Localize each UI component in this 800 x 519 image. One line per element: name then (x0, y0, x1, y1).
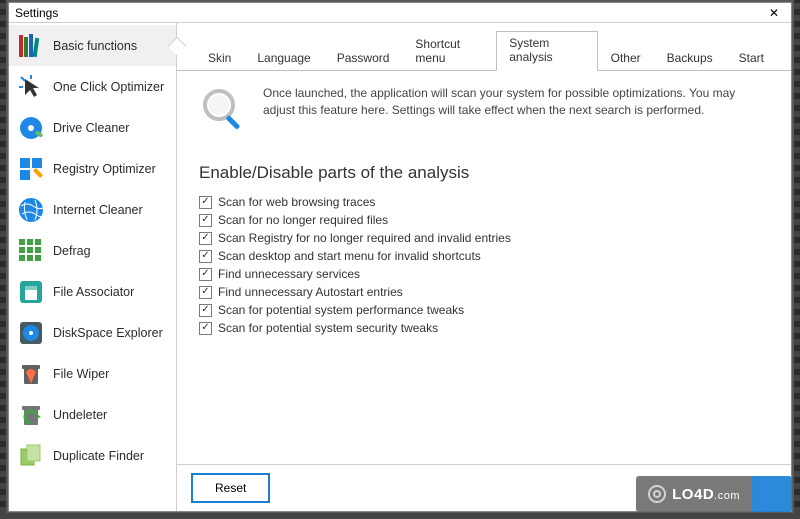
option-row[interactable]: Scan for potential system security tweak… (199, 319, 769, 337)
cursor-click-icon (17, 73, 45, 101)
tab-other[interactable]: Other (598, 46, 654, 71)
checkbox-icon[interactable] (199, 286, 212, 299)
undeleter-icon (17, 401, 45, 429)
registry-icon (17, 155, 45, 183)
option-row[interactable]: Scan for no longer required files (199, 211, 769, 229)
option-row[interactable]: Scan for potential system performance tw… (199, 301, 769, 319)
magnifier-icon (199, 85, 247, 133)
sidebar-item-internet-cleaner[interactable]: Internet Cleaner (9, 189, 176, 230)
tab-label: Shortcut menu (415, 37, 460, 65)
file-wiper-icon (17, 360, 45, 388)
option-label: Scan for potential system performance tw… (218, 303, 464, 317)
tab-language[interactable]: Language (244, 46, 323, 71)
tab-label: System analysis (509, 36, 552, 64)
duplicate-icon (17, 442, 45, 470)
sidebar-item-label: One Click Optimizer (53, 80, 164, 94)
watermark-logo-icon (648, 485, 666, 503)
option-label: Find unnecessary Autostart entries (218, 285, 403, 299)
tab-label: Start (739, 51, 764, 65)
tab-label: Password (337, 51, 390, 65)
sidebar-item-label: File Wiper (53, 367, 109, 381)
option-row[interactable]: Find unnecessary services (199, 265, 769, 283)
tab-shortcut-menu[interactable]: Shortcut menu (402, 32, 496, 71)
sidebar-item-label: Defrag (53, 244, 91, 258)
titlebar: Settings ✕ (9, 3, 791, 23)
watermark-text: LO4D.com (672, 486, 740, 503)
sidebar-item-defrag[interactable]: Defrag (9, 230, 176, 271)
sidebar-item-label: Duplicate Finder (53, 449, 144, 463)
tab-label: Backups (667, 51, 713, 65)
tab-label: Other (611, 51, 641, 65)
reset-button[interactable]: Reset (191, 473, 270, 503)
sidebar-item-label: Registry Optimizer (53, 162, 156, 176)
tab-system-analysis[interactable]: System analysis (496, 31, 597, 71)
option-label: Scan for potential system security tweak… (218, 321, 438, 335)
sidebar-item-label: Internet Cleaner (53, 203, 143, 217)
watermark: LO4D.com (636, 476, 792, 512)
sidebar-item-file-associator[interactable]: File Associator (9, 271, 176, 312)
watermark-accent (752, 476, 792, 512)
disk-icon (17, 319, 45, 347)
watermark-badge: LO4D.com (636, 476, 752, 512)
sidebar-item-file-wiper[interactable]: File Wiper (9, 353, 176, 394)
intro-row: Once launched, the application will scan… (199, 85, 769, 141)
sidebar-item-label: Basic functions (53, 39, 137, 53)
sidebar-item-duplicate-finder[interactable]: Duplicate Finder (9, 435, 176, 476)
option-row[interactable]: Scan desktop and start menu for invalid … (199, 247, 769, 265)
tab-content: Once launched, the application will scan… (177, 71, 791, 464)
tabs: Skin Language Password Shortcut menu Sys… (177, 23, 791, 71)
checkbox-icon[interactable] (199, 196, 212, 209)
file-associator-icon (17, 278, 45, 306)
sidebar-item-drive-cleaner[interactable]: Drive Cleaner (9, 107, 176, 148)
checkbox-icon[interactable] (199, 250, 212, 263)
screenshot-edge (0, 0, 6, 519)
tab-label: Language (257, 51, 310, 65)
sidebar-item-label: DiskSpace Explorer (53, 326, 163, 340)
option-label: Scan Registry for no longer required and… (218, 231, 511, 245)
settings-window: Settings ✕ Basic functions One Click Opt… (8, 2, 792, 512)
close-icon[interactable]: ✕ (759, 6, 789, 20)
option-row[interactable]: Scan for web browsing traces (199, 193, 769, 211)
tab-backups[interactable]: Backups (654, 46, 726, 71)
checkbox-icon[interactable] (199, 232, 212, 245)
option-label: Scan desktop and start menu for invalid … (218, 249, 481, 263)
option-row[interactable]: Find unnecessary Autostart entries (199, 283, 769, 301)
tab-start[interactable]: Start (726, 46, 777, 71)
tab-label: Skin (208, 51, 231, 65)
content-pane: Skin Language Password Shortcut menu Sys… (177, 23, 791, 511)
checkbox-icon[interactable] (199, 268, 212, 281)
sidebar-item-label: Drive Cleaner (53, 121, 129, 135)
options-list: Scan for web browsing traces Scan for no… (199, 193, 769, 337)
sidebar-item-label: Undeleter (53, 408, 107, 422)
window-body: Basic functions One Click Optimizer Driv… (9, 23, 791, 511)
section-title: Enable/Disable parts of the analysis (199, 163, 769, 183)
tab-password[interactable]: Password (324, 46, 403, 71)
screenshot-edge (0, 513, 800, 519)
tab-skin[interactable]: Skin (195, 46, 244, 71)
option-label: Find unnecessary services (218, 267, 360, 281)
sidebar-item-one-click-optimizer[interactable]: One Click Optimizer (9, 66, 176, 107)
drive-cleaner-icon (17, 114, 45, 142)
sidebar-item-label: File Associator (53, 285, 134, 299)
checkbox-icon[interactable] (199, 214, 212, 227)
sidebar-item-registry-optimizer[interactable]: Registry Optimizer (9, 148, 176, 189)
checkbox-icon[interactable] (199, 322, 212, 335)
intro-text: Once launched, the application will scan… (263, 85, 769, 133)
books-icon (17, 32, 45, 60)
sidebar-item-basic-functions[interactable]: Basic functions (9, 25, 176, 66)
option-row[interactable]: Scan Registry for no longer required and… (199, 229, 769, 247)
sidebar-item-diskspace-explorer[interactable]: DiskSpace Explorer (9, 312, 176, 353)
option-label: Scan for web browsing traces (218, 195, 375, 209)
option-label: Scan for no longer required files (218, 213, 388, 227)
sidebar: Basic functions One Click Optimizer Driv… (9, 23, 177, 511)
checkbox-icon[interactable] (199, 304, 212, 317)
screenshot-edge (794, 0, 800, 519)
window-title: Settings (15, 6, 759, 20)
sidebar-item-undeleter[interactable]: Undeleter (9, 394, 176, 435)
defrag-icon (17, 237, 45, 265)
globe-icon (17, 196, 45, 224)
